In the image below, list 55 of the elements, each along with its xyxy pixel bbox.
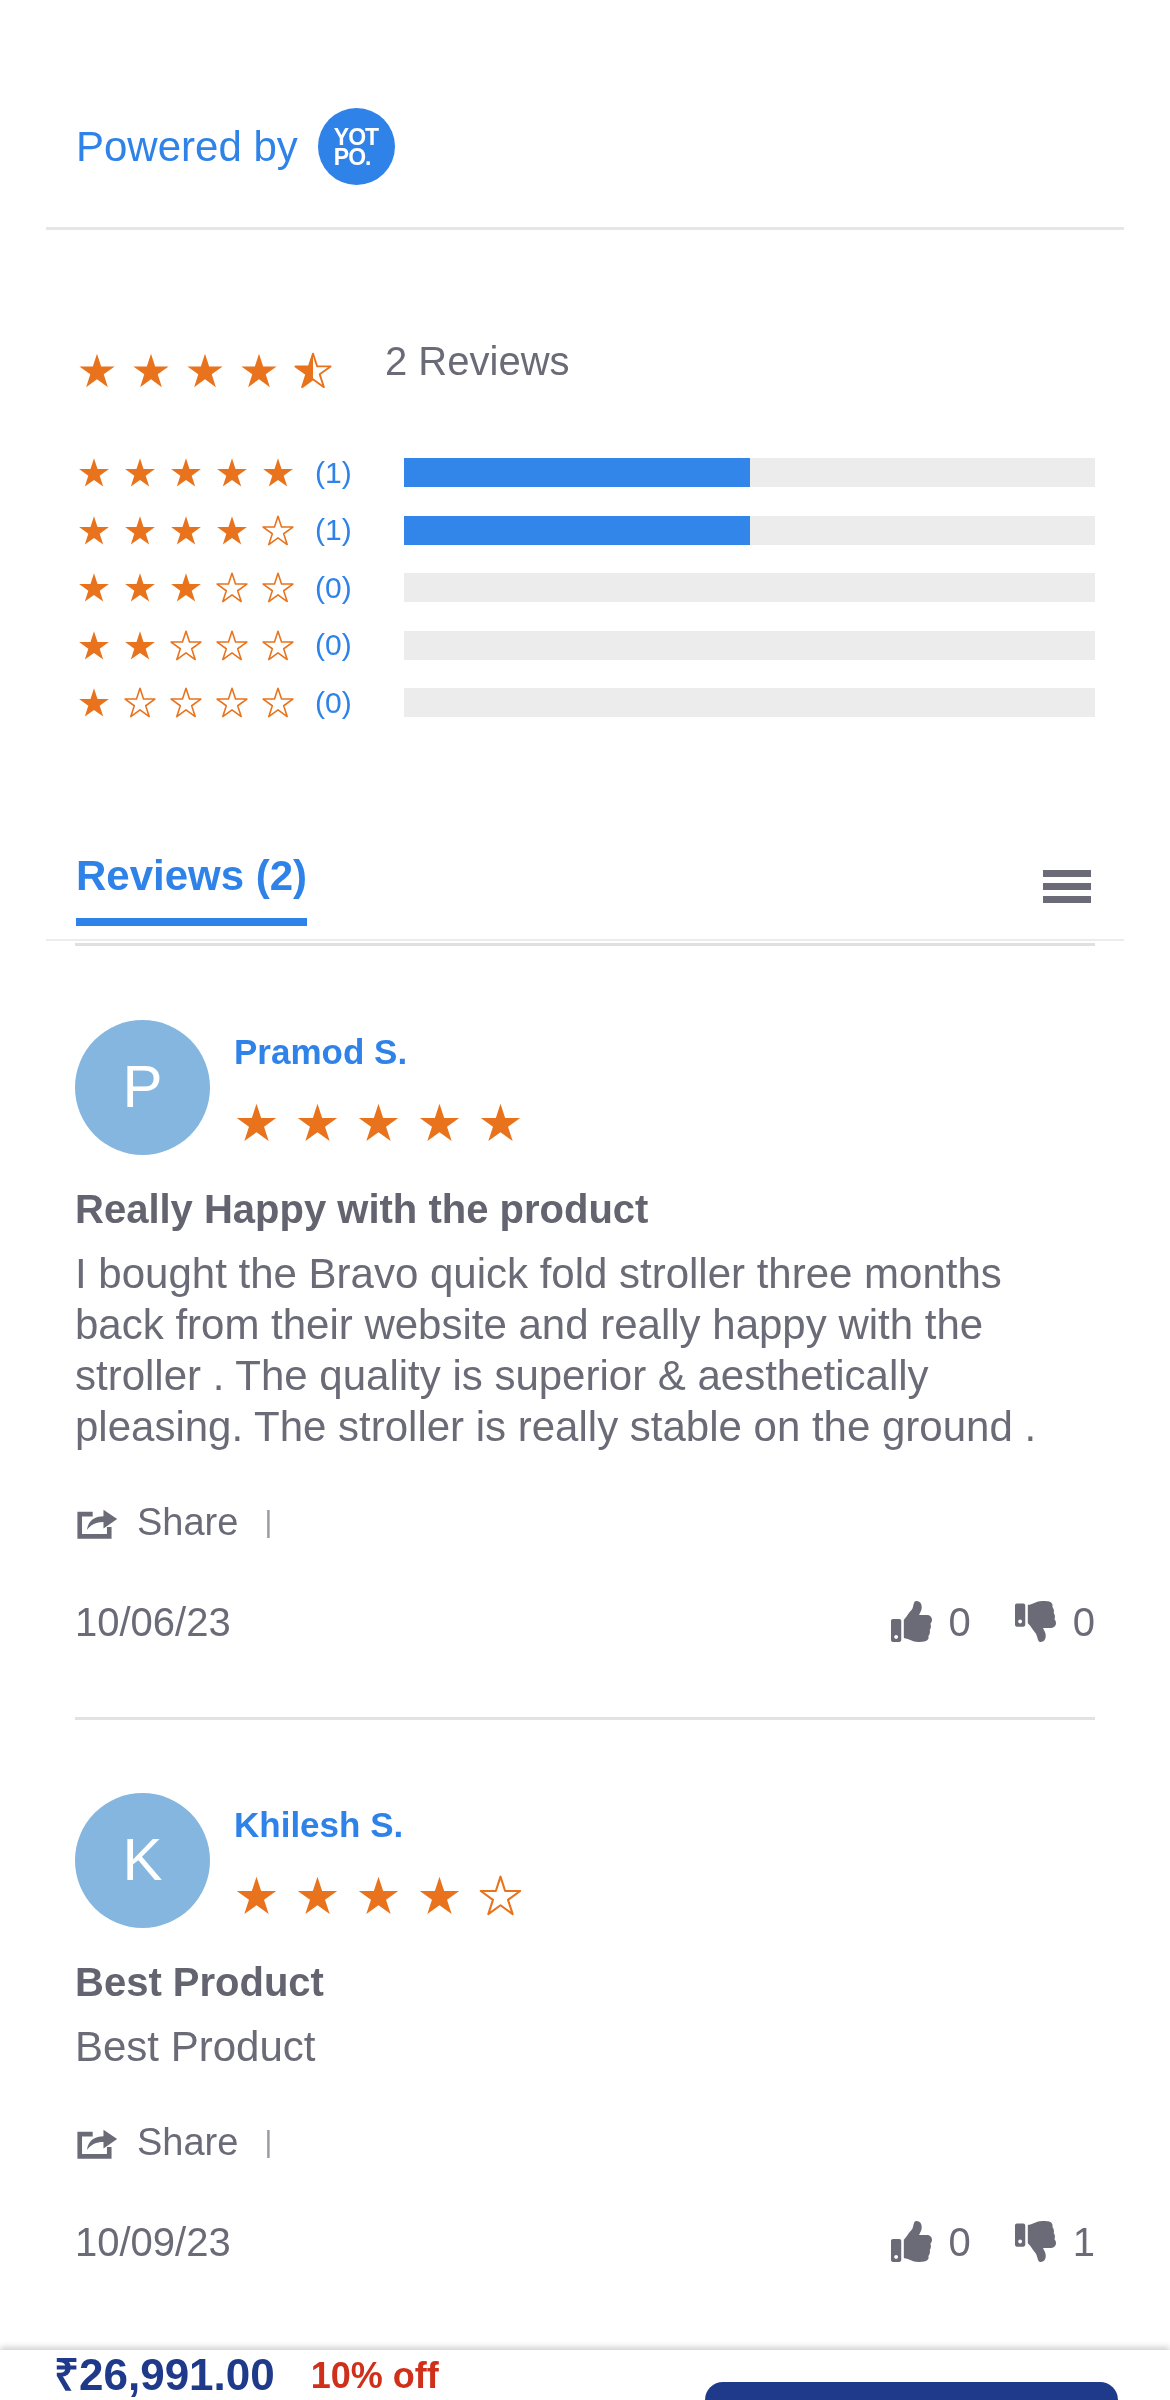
star-icon: [293, 351, 333, 389]
star-icon: [123, 572, 157, 604]
avatar: K: [75, 1792, 210, 1928]
review-count-text: 2 Reviews: [385, 338, 570, 384]
star-icon: [123, 687, 157, 719]
review-title: Best Product: [75, 1958, 325, 2006]
star-icon: [215, 457, 249, 489]
star-icon: [169, 629, 203, 661]
star-icon: [77, 457, 111, 489]
price-text: ₹26,991.00: [54, 2352, 275, 2398]
unhelpful-vote-button[interactable]: 0: [1014, 1597, 1095, 1646]
separator-mark: |: [264, 1503, 273, 1540]
avatar: P: [75, 1019, 210, 1155]
star-icon: [261, 572, 295, 604]
helpful-vote-button[interactable]: 0: [890, 2217, 971, 2266]
thumbs-down-icon: [1014, 1601, 1056, 1642]
star-icon: [261, 457, 295, 489]
star-icon: [261, 514, 295, 546]
reviewer-name: Khilesh S.: [234, 1803, 404, 1846]
reviewer-name: Pramod S.: [234, 1030, 408, 1073]
discount-text: 10% off: [310, 2354, 439, 2398]
thumbs-down-icon: [1014, 2221, 1056, 2262]
separator-mark: |: [264, 2123, 273, 2160]
rating-count-text[interactable]: (0): [315, 569, 352, 606]
reviews-tab[interactable]: Reviews (2): [76, 851, 308, 926]
star-icon: [77, 572, 111, 604]
star-icon: [215, 629, 249, 661]
menu-icon[interactable]: [1043, 869, 1091, 903]
star-icon: [261, 629, 295, 661]
review-body: I bought the Bravo quick fold stroller three months back from their website and really happy with the stroller . The quality is superior & aesthetically pleasing. The stroller is really stable on the ground .: [75, 1248, 1038, 1452]
thumbs-up-icon: [890, 1601, 932, 1642]
rating-count-text[interactable]: (0): [315, 684, 352, 721]
rating-count-text[interactable]: (1): [315, 454, 352, 491]
share-button[interactable]: Share: [75, 2118, 239, 2165]
review-date: 10/06/23: [75, 1598, 231, 1646]
star-icon: [215, 572, 249, 604]
unhelpful-vote-button[interactable]: 1: [1014, 2217, 1095, 2266]
star-icon: [77, 687, 111, 719]
rating-count-text[interactable]: (1): [315, 512, 352, 549]
star-icon: [261, 687, 295, 719]
review-title: Really Happy with the product: [75, 1185, 650, 1233]
star-icon: [478, 1874, 523, 1916]
star-icon: [169, 457, 203, 489]
powered-by-text: Powered by: [76, 121, 298, 172]
review-date: 10/09/23: [75, 2218, 231, 2266]
brand-logo[interactable]: YOT PO.: [317, 108, 395, 185]
star-icon: [169, 687, 203, 719]
share-button[interactable]: Share: [75, 1498, 239, 1545]
helpful-vote-button[interactable]: 0: [890, 1597, 971, 1646]
star-icon: [215, 687, 249, 719]
thumbs-up-icon: [890, 2221, 932, 2262]
star-icon: [123, 457, 157, 489]
star-icon: [169, 572, 203, 604]
rating-count-text[interactable]: (0): [315, 627, 352, 664]
review-body: Best Product: [75, 2021, 317, 2072]
